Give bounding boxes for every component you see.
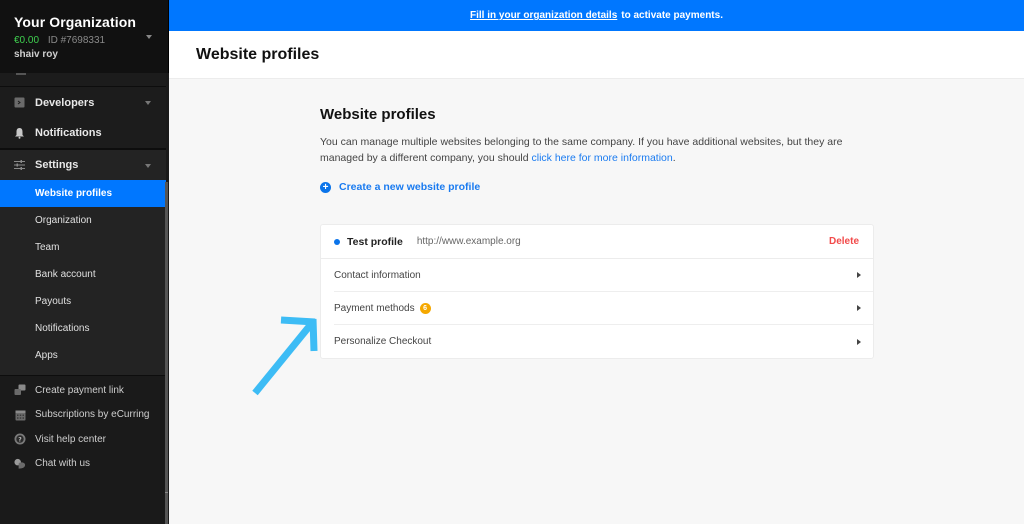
chevron-right-icon (857, 305, 861, 311)
count-badge: 6 (419, 302, 431, 314)
website-profiles-section: Website profiles You can manage multiple… (320, 106, 876, 193)
description-end: . (672, 151, 676, 164)
organization-meta: €0.00 ID #7698331 (14, 35, 154, 46)
section-description: You can manage multiple websites belongi… (320, 135, 872, 166)
chat-with-us[interactable]: Chat with us (0, 452, 166, 477)
sidebar-scrollbar[interactable] (165, 182, 168, 524)
status-dot-icon (334, 238, 340, 245)
chat-icon (14, 458, 26, 470)
nav-label: Developers (35, 96, 95, 109)
organization-switcher[interactable]: Your Organization €0.00 ID #7698331 shai… (0, 0, 169, 73)
chevron-down-icon (145, 164, 151, 168)
subnav-item-payouts[interactable]: Payouts (0, 288, 166, 315)
item-label: Visit help center (35, 433, 106, 445)
banner-text: to activate payments. (621, 10, 723, 21)
website-profile-card: Test profile http://www.example.org Dele… (320, 224, 874, 359)
create-label: Create a new website profile (339, 181, 481, 193)
item-label: Chat with us (35, 458, 91, 470)
main-navigation: Developers Notifications Settings Websit… (0, 73, 166, 376)
row-label: Contact information (334, 269, 421, 281)
chevron-right-icon (857, 338, 861, 345)
item-label: Subscriptions by eCurring (35, 409, 150, 421)
user-name: shaiv roy (14, 49, 58, 60)
secondary-navigation: Create payment link Subscriptions by eCu… (0, 375, 166, 487)
subnav-item-apps[interactable]: Apps (0, 342, 166, 369)
activation-banner: Fill in your organization details to act… (169, 0, 1024, 31)
help-icon: ? (14, 433, 26, 445)
nav-label: Settings (35, 159, 79, 171)
subnav-item-notifications[interactable]: Notifications (0, 315, 166, 342)
subnav-item-organization[interactable]: Organization (0, 207, 166, 234)
delete-profile-button[interactable]: Delete (829, 236, 859, 247)
nav-item-partial[interactable] (0, 73, 166, 87)
nav-item-settings[interactable]: Settings (0, 149, 166, 180)
create-payment-link[interactable]: Create payment link (0, 378, 166, 403)
nav-label: Notifications (35, 127, 102, 139)
organization-details-link[interactable]: Fill in your organization details (470, 10, 617, 21)
svg-text:?: ? (18, 437, 22, 444)
chevron-right-icon (857, 272, 861, 278)
sidebar: Your Organization €0.00 ID #7698331 shai… (0, 0, 169, 524)
row-label: Personalize Checkout (334, 336, 432, 347)
page-title: Website profiles (196, 45, 320, 63)
subnav-item-website-profiles[interactable]: Website profiles (0, 180, 166, 207)
row-payment-methods[interactable]: Payment methods 6 (334, 292, 873, 325)
sliders-icon (14, 160, 25, 171)
settings-subnav: Website profiles Organization Team Bank … (0, 180, 166, 376)
profile-name: Test profile (347, 235, 403, 248)
page-header: Website profiles (169, 31, 1024, 79)
subscriptions-by-ecurring[interactable]: Subscriptions by eCurring (0, 403, 166, 428)
row-label: Payment methods (334, 302, 415, 314)
create-website-profile-button[interactable]: + Create a new website profile (320, 181, 480, 193)
code-icon (14, 97, 25, 108)
nav-item-developers[interactable]: Developers (0, 87, 166, 118)
chevron-down-icon (145, 101, 151, 105)
visit-help-center[interactable]: ? Visit help center (0, 427, 166, 452)
organization-name: Your Organization (14, 14, 136, 30)
subnav-item-team[interactable]: Team (0, 234, 166, 261)
more-information-link[interactable]: click here for more information (532, 152, 673, 164)
row-contact-information[interactable]: Contact information (334, 259, 873, 292)
balance: €0.00 (14, 35, 40, 46)
subnav-item-bank-account[interactable]: Bank account (0, 261, 166, 288)
section-title: Website profiles (320, 106, 436, 123)
chevron-down-icon[interactable] (146, 35, 152, 39)
nav-item-notifications[interactable]: Notifications (0, 118, 166, 149)
profile-url: http://www.example.org (416, 236, 521, 247)
organization-id: ID #7698331 (47, 35, 106, 46)
profile-header: Test profile http://www.example.org Dele… (321, 225, 873, 259)
row-personalize-checkout[interactable]: Personalize Checkout (321, 325, 873, 358)
plus-circle-icon: + (320, 181, 331, 193)
item-label: Create payment link (35, 384, 124, 396)
bell-icon (14, 128, 25, 139)
calendar-icon (14, 409, 26, 421)
payment-link-icon (14, 384, 26, 396)
ghost-chat-item: Chat with us (14, 486, 90, 493)
